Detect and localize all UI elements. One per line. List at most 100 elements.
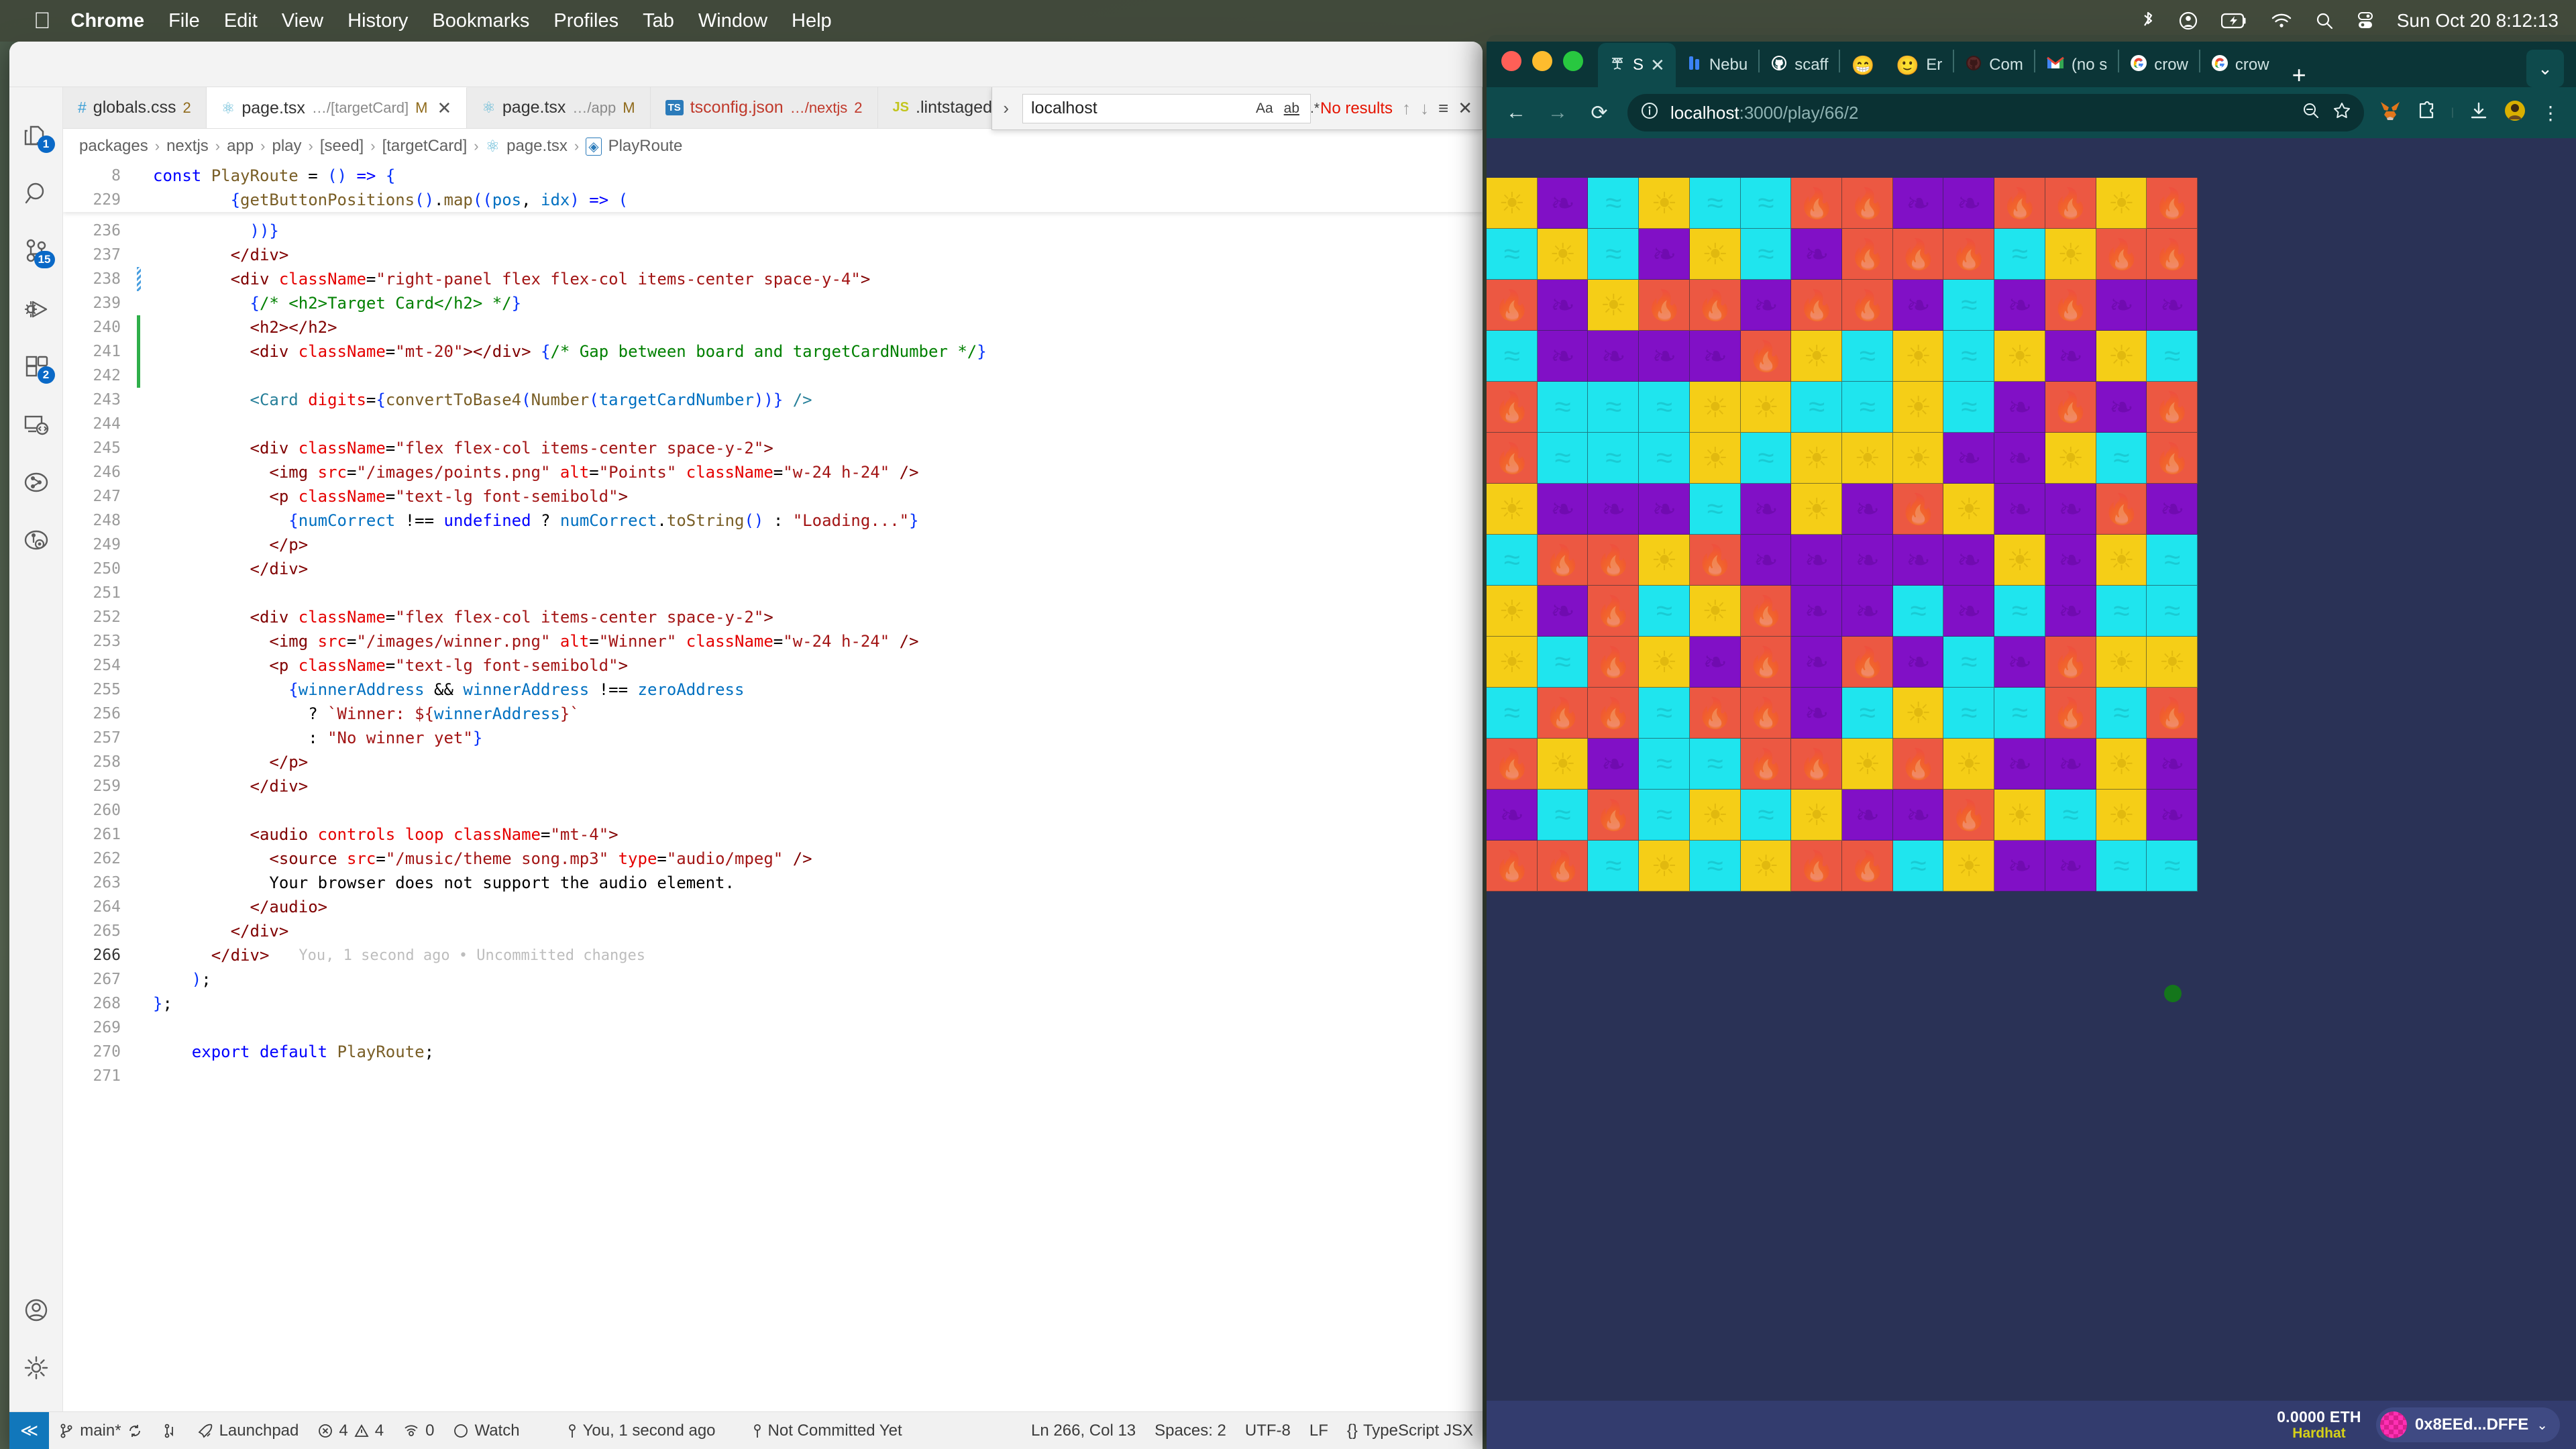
board-cell-sun[interactable]: ☀ xyxy=(1689,790,1741,841)
board-cell-air[interactable]: ❧ xyxy=(1994,280,2045,331)
board-cell-wtr[interactable]: ≈ xyxy=(1487,688,1538,739)
board-cell-wtr[interactable]: ≈ xyxy=(2147,586,2198,637)
board-cell-sun[interactable]: ☀ xyxy=(1639,637,1690,688)
board-cell-air[interactable]: ❧ xyxy=(1791,586,1842,637)
board-cell-fire[interactable]: 🔥 xyxy=(2045,280,2096,331)
board-cell-wtr[interactable]: ≈ xyxy=(2096,433,2147,484)
board-cell-wtr[interactable]: ≈ xyxy=(1689,841,1741,892)
breadcrumb-item-page-tsx[interactable]: page.tsx xyxy=(506,137,568,156)
board-cell-wtr[interactable]: ≈ xyxy=(1588,433,1640,484)
board-cell-air[interactable]: ❧ xyxy=(1537,280,1589,331)
board-cell-fire[interactable]: 🔥 xyxy=(2045,178,2096,229)
board-cell-air[interactable]: ❧ xyxy=(1791,229,1842,280)
board-cell-air[interactable]: ❧ xyxy=(1689,331,1741,382)
board-cell-sun[interactable]: ☀ xyxy=(2096,790,2147,841)
breadcrumb-item-seed[interactable]: [seed] xyxy=(320,137,364,156)
board-cell-wtr[interactable]: ≈ xyxy=(1740,790,1792,841)
board-cell-fire[interactable]: 🔥 xyxy=(2045,637,2096,688)
board-cell-fire[interactable]: 🔥 xyxy=(1943,790,1995,841)
source-control-icon[interactable]: 15 xyxy=(9,223,63,280)
board-cell-sun[interactable]: ☀ xyxy=(1791,790,1842,841)
board-cell-wtr[interactable]: ≈ xyxy=(1943,280,1995,331)
tab-globals-css[interactable]: # globals.css 2 xyxy=(63,87,207,128)
board-cell-sun[interactable]: ☀ xyxy=(1689,382,1741,433)
board-cell-sun[interactable]: ☀ xyxy=(2147,637,2198,688)
board-cell-sun[interactable]: ☀ xyxy=(1892,688,1944,739)
board-cell-air[interactable]: ❧ xyxy=(2147,484,2198,535)
board-cell-wtr[interactable]: ≈ xyxy=(1943,688,1995,739)
board-cell-wtr[interactable]: ≈ xyxy=(1994,586,2045,637)
board-cell-fire[interactable]: 🔥 xyxy=(2147,178,2198,229)
status-commit-state[interactable]: Not Committed Yet xyxy=(725,1421,912,1440)
board-cell-wtr[interactable]: ≈ xyxy=(1791,382,1842,433)
board-cell-wtr[interactable]: ≈ xyxy=(1639,739,1690,790)
board-cell-fire[interactable]: 🔥 xyxy=(2147,433,2198,484)
browser-tab-er[interactable]: 🙂 Er xyxy=(1885,43,1953,87)
board-cell-fire[interactable]: 🔥 xyxy=(1994,178,2045,229)
board-cell-wtr[interactable]: ≈ xyxy=(2045,790,2096,841)
board-cell-wtr[interactable]: ≈ xyxy=(1689,178,1741,229)
search-icon[interactable] xyxy=(9,165,63,223)
board-cell-fire[interactable]: 🔥 xyxy=(1588,790,1640,841)
tab-search-button[interactable]: ⌄ xyxy=(2526,50,2564,87)
board-cell-sun[interactable]: ☀ xyxy=(2096,739,2147,790)
tab-tsconfig-json[interactable]: TS tsconfig.json …/nextjs 2 xyxy=(650,87,878,128)
board-cell-wtr[interactable]: ≈ xyxy=(1537,637,1589,688)
close-icon[interactable]: ✕ xyxy=(1458,98,1472,119)
eth-balance[interactable]: 0.0000 ETH Hardhat xyxy=(2277,1408,2361,1442)
browser-tab-commit[interactable]: Com xyxy=(1954,43,2034,87)
maximize-window-button[interactable] xyxy=(1563,51,1583,71)
board-cell-sun[interactable]: ☀ xyxy=(1537,739,1589,790)
find-input-wrapper[interactable]: Aa ab .* xyxy=(1022,93,1320,123)
board-cell-air[interactable]: ❧ xyxy=(1892,178,1944,229)
menu-item-window[interactable]: Window xyxy=(698,10,767,32)
menu-item-view[interactable]: View xyxy=(282,10,323,32)
game-board[interactable]: ☀ ❧ ≈ ☀ ≈ ≈ 🔥 🔥 ❧ ❧ 🔥 🔥 ☀ 🔥 ≈ ☀ ≈ ❧ ☀ ≈ ❧ 🔥 🔥 🔥 ≈ ☀ 🔥 🔥 🔥 ❧ ☀ 🔥 🔥 ❧ 🔥 🔥 ❧ ≈ ❧ 🔥… xyxy=(1487,178,2198,892)
zoom-out-icon[interactable] xyxy=(2301,101,2321,125)
extension-puzzle-icon[interactable] xyxy=(2416,100,2436,126)
forward-icon[interactable]: → xyxy=(1544,101,1571,124)
board-cell-wtr[interactable]: ≈ xyxy=(1740,229,1792,280)
board-cell-sun[interactable]: ☀ xyxy=(1689,586,1741,637)
board-cell-fire[interactable]: 🔥 xyxy=(1537,535,1589,586)
board-cell-fire[interactable]: 🔥 xyxy=(1588,535,1640,586)
info-circle-icon[interactable] xyxy=(1640,101,1660,125)
board-cell-wtr[interactable]: ≈ xyxy=(1487,535,1538,586)
board-cell-air[interactable]: ❧ xyxy=(1487,790,1538,841)
board-cell-air[interactable]: ❧ xyxy=(1740,535,1792,586)
board-cell-wtr[interactable]: ≈ xyxy=(1689,484,1741,535)
board-cell-sun[interactable]: ☀ xyxy=(1639,841,1690,892)
board-cell-wtr[interactable]: ≈ xyxy=(1740,178,1792,229)
board-cell-air[interactable]: ❧ xyxy=(2045,586,2096,637)
search-input[interactable] xyxy=(1030,99,1247,118)
menu-item-file[interactable]: File xyxy=(168,10,200,32)
breadcrumb-item-playroute[interactable]: PlayRoute xyxy=(608,137,683,156)
board-cell-wtr[interactable]: ≈ xyxy=(1943,637,1995,688)
board-cell-air[interactable]: ❧ xyxy=(1892,637,1944,688)
tab-page-tsx-targetcard[interactable]: ⚛ page.tsx …/[targetCard] M ✕ xyxy=(206,87,468,128)
board-cell-fire[interactable]: 🔥 xyxy=(1791,841,1842,892)
board-cell-fire[interactable]: 🔥 xyxy=(1740,739,1792,790)
board-cell-fire[interactable]: 🔥 xyxy=(1588,688,1640,739)
status-blame[interactable]: You, 1 second ago xyxy=(529,1421,725,1440)
board-cell-sun[interactable]: ☀ xyxy=(2045,433,2096,484)
menubar-clock[interactable]: Sun Oct 20 8:12:13 xyxy=(2397,10,2559,32)
board-cell-sun[interactable]: ☀ xyxy=(2096,331,2147,382)
board-cell-air[interactable]: ❧ xyxy=(1639,484,1690,535)
status-launchpad[interactable]: Launchpad xyxy=(187,1421,309,1440)
board-cell-air[interactable]: ❧ xyxy=(1588,331,1640,382)
reload-icon[interactable]: ⟳ xyxy=(1586,101,1613,125)
board-cell-wtr[interactable]: ≈ xyxy=(1487,331,1538,382)
board-cell-air[interactable]: ❧ xyxy=(1689,637,1741,688)
board-cell-air[interactable]: ❧ xyxy=(1994,484,2045,535)
board-cell-fire[interactable]: 🔥 xyxy=(1487,280,1538,331)
apple-icon[interactable]:  xyxy=(34,9,51,32)
back-icon[interactable]: ← xyxy=(1503,101,1529,124)
board-cell-air[interactable]: ❧ xyxy=(1588,484,1640,535)
board-cell-fire[interactable]: 🔥 xyxy=(1639,280,1690,331)
board-cell-sun[interactable]: ☀ xyxy=(1537,229,1589,280)
board-cell-fire[interactable]: 🔥 xyxy=(1892,229,1944,280)
board-cell-fire[interactable]: 🔥 xyxy=(1588,586,1640,637)
board-cell-fire[interactable]: 🔥 xyxy=(1487,841,1538,892)
board-cell-sun[interactable]: ☀ xyxy=(1487,637,1538,688)
